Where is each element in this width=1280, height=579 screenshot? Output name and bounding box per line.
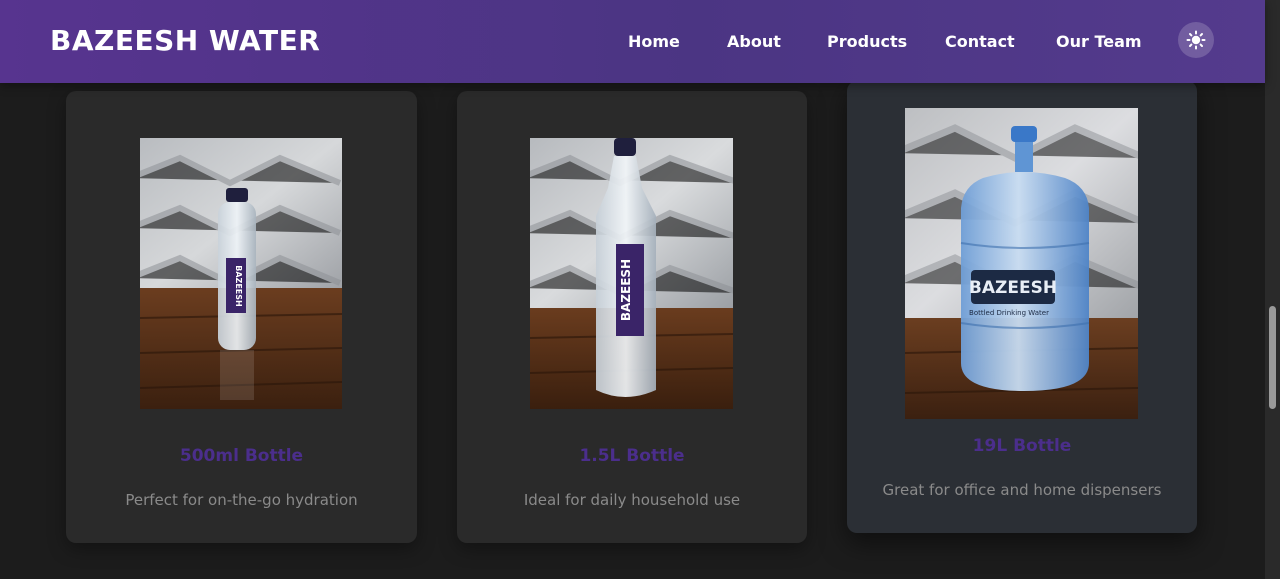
nav-link-contact[interactable]: Contact [945, 32, 1015, 51]
svg-text:Bottled Drinking Water: Bottled Drinking Water [969, 309, 1049, 317]
product-card-1-5l[interactable]: BAZEESH 1.5L Bottle Ideal for daily hous… [457, 91, 807, 543]
product-card-500ml[interactable]: BAZEESH 500ml Bottle Perfect for on-the-… [66, 91, 417, 543]
nav-link-our-team[interactable]: Our Team [1056, 32, 1142, 51]
product-title: 500ml Bottle [179, 446, 304, 466]
product-card-19l[interactable]: BAZEESH Bottled Drinking Water 19L Bottl… [847, 81, 1197, 533]
theme-toggle-button[interactable] [1178, 22, 1214, 58]
product-title: 19L Bottle [972, 436, 1072, 456]
navbar: BAZEESH WATER Home About Products Contac… [0, 0, 1265, 83]
nav-link-about[interactable]: About [727, 32, 781, 51]
page-scrollbar[interactable] [1265, 0, 1280, 579]
nav-link-home[interactable]: Home [628, 32, 680, 51]
product-description: Perfect for on-the-go hydration [125, 491, 358, 509]
nav-links: Home About Products Contact Our Team [0, 32, 1265, 52]
svg-text:BAZEESH: BAZEESH [969, 278, 1057, 298]
product-image-500ml: BAZEESH [140, 138, 342, 409]
nav-link-products[interactable]: Products [827, 32, 907, 51]
product-title: 1.5L Bottle [579, 446, 685, 466]
product-description: Great for office and home dispensers [882, 481, 1162, 499]
scrollbar-thumb[interactable] [1269, 306, 1276, 409]
product-description: Ideal for daily household use [523, 491, 741, 509]
product-image-19l: BAZEESH Bottled Drinking Water [905, 108, 1138, 419]
product-image-1-5l: BAZEESH [530, 138, 733, 409]
svg-text:BAZEESH: BAZEESH [619, 259, 633, 321]
sun-icon [1186, 30, 1206, 50]
svg-text:BAZEESH: BAZEESH [234, 265, 243, 306]
